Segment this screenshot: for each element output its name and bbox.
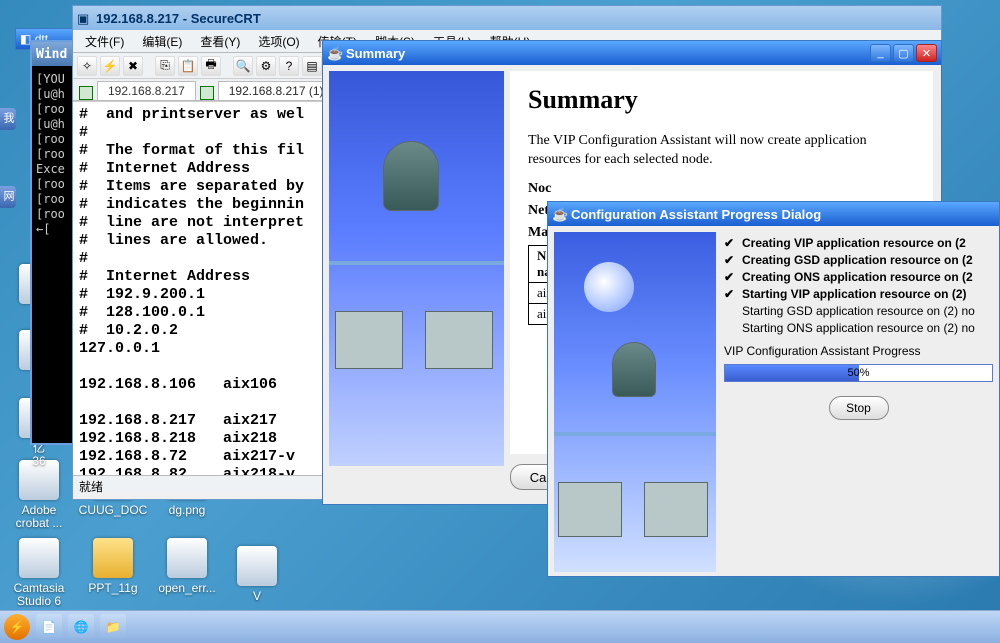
side-tab-1[interactable]: 我 [0,108,16,130]
progress-row: Starting ONS application resource on (2)… [724,320,993,337]
progress-row: ✔ Creating VIP application resource on (2 [724,235,993,252]
securecrt-titlebar[interactable]: ▣ 192.168.8.217 - SecureCRT [73,6,941,30]
tool-options-icon[interactable]: ⚙ [256,56,276,76]
tab-indicator-icon [79,86,93,100]
progress-row-text: Creating ONS application resource on (2 [742,269,973,286]
maximize-button[interactable]: ▢ [893,44,914,62]
tool-copy-icon[interactable]: ⎘ [155,56,175,76]
tab-indicator-icon [200,86,214,100]
menu-item[interactable]: 选项(O) [250,31,307,52]
java-icon: ☕ [327,46,341,60]
menu-item[interactable]: 编辑(E) [134,31,190,52]
taskbar-item[interactable]: ⚡ [4,614,30,640]
desktop-icon[interactable]: V [222,546,292,603]
progress-row: ✔ Starting VIP application resource on (2… [724,286,993,303]
menu-item[interactable]: 文件(F) [77,31,132,52]
desktop-icon[interactable]: PPT_11g [78,538,148,595]
summary-sidebar-illustration [329,71,504,466]
stop-button[interactable]: Stop [829,396,889,420]
progress-titlebar[interactable]: ☕ Configuration Assistant Progress Dialo… [548,202,999,226]
progress-title-text: Configuration Assistant Progress Dialog [571,207,995,222]
check-icon [724,320,736,337]
desktop-icon-label: V [222,590,292,603]
desktop-icon-label: dg.png [152,504,222,517]
check-icon [724,303,736,320]
securecrt-title: 192.168.8.217 - SecureCRT [96,11,937,26]
check-icon: ✔ [724,252,736,269]
progress-percent: 50% [725,365,992,381]
progress-row: ✔ Creating ONS application resource on (2 [724,269,993,286]
summary-title-text: Summary [346,46,870,61]
progress-row-text: Starting VIP application resource on (2) [742,286,967,303]
taskbar[interactable]: ⚡ 📄 🌐 📁 [0,610,1000,643]
progress-row: ✔ Creating GSD application resource on (2 [724,252,993,269]
label-nodes: Noc [528,181,915,197]
summary-body-text: The VIP Configuration Assistant will now… [528,131,915,169]
desktop-icon[interactable]: Adobe crobat ... [4,460,74,530]
tab-0[interactable]: 192.168.8.217 [97,81,196,100]
progress-row-text: Starting ONS application resource on (2)… [742,320,975,337]
folder-icon [93,538,133,578]
desktop-icon-label: CUUG_DOC [78,504,148,517]
close-button[interactable]: ✕ [916,44,937,62]
tool-paste-icon[interactable]: 📋 [178,56,198,76]
progress-list: ✔ Creating VIP application resource on (2… [724,235,993,420]
tool-help-icon[interactable]: ? [279,56,299,76]
tool-new-icon[interactable]: ✧ [77,56,97,76]
tool-find-icon[interactable]: 🔍 [233,56,253,76]
tool-connect-icon[interactable]: ⚡ [100,56,120,76]
desktop-icon-label: PPT_11g [78,582,148,595]
menu-item[interactable]: 查看(Y) [192,31,248,52]
tab-1[interactable]: 192.168.8.217 (1) [218,81,335,100]
check-icon: ✔ [724,269,736,286]
tool-session-icon[interactable]: ▤ [302,56,322,76]
progress-row: Starting GSD application resource on (2)… [724,303,993,320]
minimize-button[interactable]: _ [870,44,891,62]
progress-bar: 50% [724,364,993,382]
taskbar-item[interactable]: 📄 [36,614,62,640]
check-icon: ✔ [724,286,736,303]
summary-titlebar[interactable]: ☕ Summary _ ▢ ✕ [323,41,941,65]
side-tab-2[interactable]: 网 [0,186,16,208]
app-icon [19,538,59,578]
desktop-icon[interactable]: open_err... [152,538,222,595]
desktop-icon-label: Adobe crobat ... [4,504,74,530]
progress-row-text: Creating VIP application resource on (2 [742,235,966,252]
summary-heading: Summary [528,85,915,115]
app-icon [237,546,277,586]
app-icon: ▣ [77,11,91,25]
progress-row-text: Starting GSD application resource on (2)… [742,303,975,320]
app-icon [167,538,207,578]
progress-caption: VIP Configuration Assistant Progress [724,343,993,360]
desktop-icon[interactable]: Camtasia Studio 6 [4,538,74,608]
check-icon: ✔ [724,235,736,252]
desktop-icon-label: Camtasia Studio 6 [4,582,74,608]
taskbar-item[interactable]: 📁 [100,614,126,640]
dialog-progress[interactable]: ☕ Configuration Assistant Progress Dialo… [547,201,1000,577]
taskbar-item[interactable]: 🌐 [68,614,94,640]
tool-print-icon[interactable]: 🖶 [201,56,221,76]
tool-disconnect-icon[interactable]: ✖ [123,56,143,76]
progress-row-text: Creating GSD application resource on (2 [742,252,973,269]
java-icon: ☕ [552,207,566,221]
progress-sidebar-illustration [554,232,716,572]
desktop-icon-label: open_err... [152,582,222,595]
